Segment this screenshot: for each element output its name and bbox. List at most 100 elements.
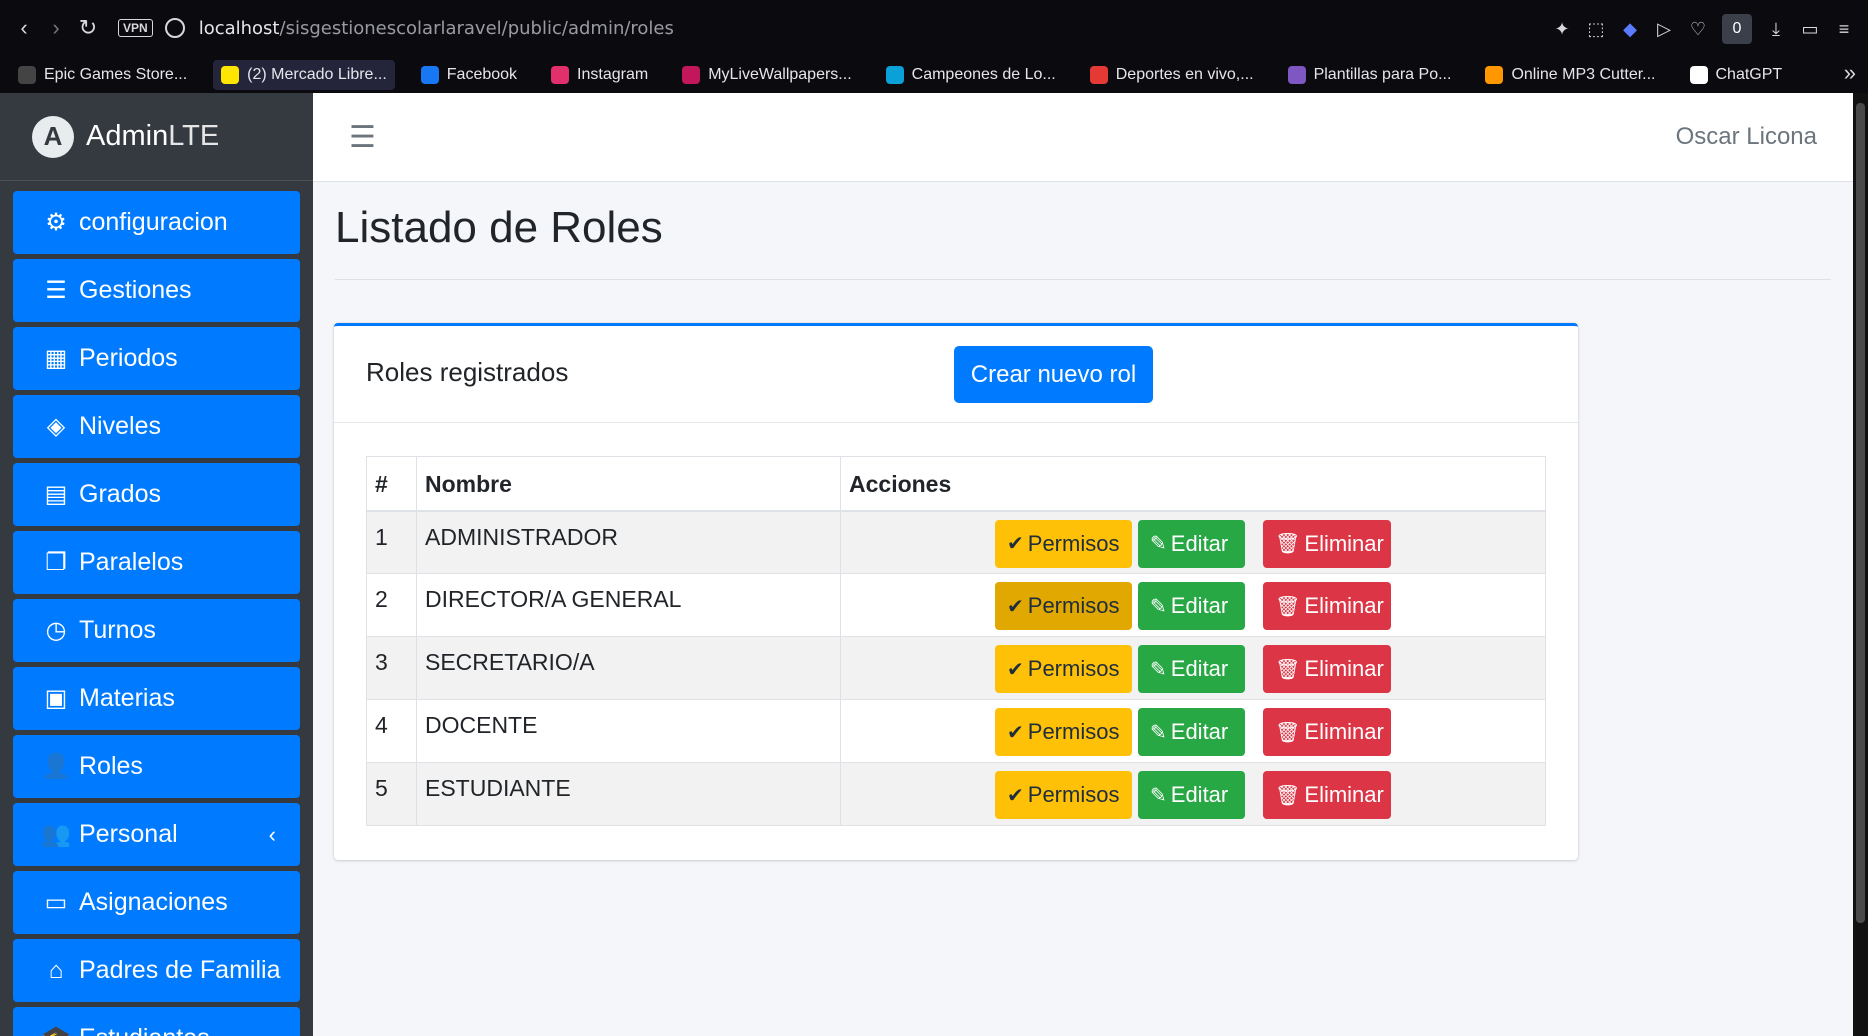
vpn-badge[interactable]: VPN (118, 19, 153, 37)
permissions-button[interactable]: ✔ Permisos (995, 708, 1132, 756)
shield-icon[interactable]: ◆ (1620, 19, 1640, 39)
sidebar-item-label: Periodos (79, 344, 178, 372)
sidebar-item-periodos[interactable]: ▦ Periodos (13, 327, 300, 390)
delete-button-label: Eliminar (1304, 656, 1384, 681)
edit-button[interactable]: ✎ Editar (1138, 771, 1245, 819)
sidebar-item-materias[interactable]: ▣ Materias (13, 667, 300, 730)
scroll-thumb[interactable] (1856, 103, 1865, 923)
bookmark-favicon-icon (1287, 65, 1306, 84)
brand-link[interactable]: A AdminLTE (0, 93, 313, 181)
edit-button[interactable]: ✎ Editar (1138, 708, 1245, 756)
reload-icon[interactable]: ↻ (72, 12, 104, 44)
edit-button[interactable]: ✎ Editar (1138, 582, 1245, 630)
permissions-button[interactable]: ✔ Permisos (995, 582, 1132, 630)
bookmark-item[interactable]: MyLiveWallpapers... (674, 60, 859, 90)
action-buttons: ✔ Permisos ✎ Editar 🗑 Eliminar (849, 645, 1537, 693)
header-number: # (366, 456, 417, 512)
edit-button[interactable]: ✎ Editar (1138, 645, 1245, 693)
row-actions: ✔ Permisos ✎ Editar 🗑 Eliminar (840, 636, 1546, 700)
bookmark-item[interactable]: Facebook (413, 60, 525, 90)
sidebar-item-paralelos[interactable]: ❐ Paralelos (13, 531, 300, 594)
chevron-left-icon[interactable]: ‹ (269, 822, 276, 848)
sidebar-item-padres-de-familia[interactable]: ⌂ Padres de Familia (13, 939, 300, 1002)
sidebar-item-configuracion[interactable]: ⚙ configuracion (13, 191, 300, 254)
delete-button-label: Eliminar (1304, 782, 1384, 807)
user-name[interactable]: Oscar Licona (1676, 123, 1817, 151)
sidebar-item-personal[interactable]: 👥 Personal ‹ (13, 803, 300, 866)
play-icon[interactable]: ▷ (1654, 19, 1674, 39)
hamburger-icon[interactable]: ☰ (349, 120, 376, 155)
sidebar-item-label: Paralelos (79, 548, 184, 576)
sidebar-item-grados[interactable]: ▤ Grados (13, 463, 300, 526)
permissions-button-label: Permisos (1027, 656, 1120, 681)
check-icon: ✔ (1007, 595, 1024, 618)
bookmark-item[interactable]: ChatGPT (1682, 60, 1791, 90)
sidebar-item-icon: ▭ (44, 889, 68, 916)
extension-badge[interactable]: 0 (1722, 14, 1752, 44)
row-number: 4 (366, 699, 417, 763)
delete-button[interactable]: 🗑 Eliminar (1263, 519, 1391, 568)
download-icon[interactable]: ⤓ (1766, 19, 1786, 39)
sidebar-item-gestiones[interactable]: ☰ Gestiones (13, 259, 300, 322)
edit-button[interactable]: ✎ Editar (1138, 519, 1245, 568)
delete-button[interactable]: 🗑 Eliminar (1263, 771, 1391, 819)
bookmark-favicon-icon (885, 65, 904, 84)
create-role-button[interactable]: Crear nuevo rol (954, 346, 1153, 403)
back-icon[interactable]: ‹ (8, 12, 40, 44)
bookmark-item[interactable]: Campeones de Lo... (878, 60, 1064, 90)
sidebar-item-asignaciones[interactable]: ▭ Asignaciones (13, 871, 300, 934)
pencil-icon: ✎ (1150, 533, 1167, 555)
bookmark-item[interactable]: Online MP3 Cutter... (1477, 60, 1663, 90)
header-actions: Acciones (840, 456, 1546, 512)
permissions-button-label: Permisos (1027, 782, 1120, 807)
permissions-button[interactable]: ✔ Permisos (995, 771, 1132, 819)
bookmark-item[interactable]: (2) Mercado Libre... (213, 59, 395, 90)
bookmark-label: Instagram (577, 65, 649, 83)
screenshot-icon[interactable]: ⬚ (1586, 19, 1606, 39)
roles-table: # Nombre Acciones 1 ADMINISTRADOR ✔ Permiso… (366, 456, 1546, 826)
delete-button[interactable]: 🗑 Eliminar (1263, 708, 1391, 756)
url-bar[interactable]: localhost/sisgestionescolarlaravel/publi… (199, 18, 674, 39)
sidebar-item-roles[interactable]: 👤 Roles (13, 735, 300, 798)
battery-icon[interactable]: ▭ (1800, 19, 1820, 39)
site-info-icon[interactable] (164, 18, 185, 38)
menu-icon[interactable]: ≡ (1834, 19, 1854, 39)
permissions-button[interactable]: ✔ Permisos (995, 519, 1132, 568)
action-buttons: ✔ Permisos ✎ Editar 🗑 Eliminar (849, 519, 1537, 568)
bookmark-favicon-icon (420, 65, 439, 84)
permissions-button[interactable]: ✔ Permisos (995, 645, 1132, 693)
bookmark-favicon-icon (221, 65, 240, 84)
top-navbar: ☰ Oscar Licona (313, 93, 1853, 182)
check-icon: ✔ (1007, 784, 1024, 807)
bookmark-favicon-icon (1485, 65, 1504, 84)
more-bookmarks-icon[interactable]: » (1844, 60, 1856, 86)
permissions-button-label: Permisos (1027, 593, 1120, 618)
forward-icon[interactable]: › (40, 12, 72, 44)
sidebar-item-icon: ▦ (44, 345, 68, 372)
delete-button[interactable]: 🗑 Eliminar (1263, 582, 1391, 630)
bookmark-item[interactable]: Plantillas para Po... (1280, 60, 1460, 90)
sidebar-item-turnos[interactable]: ◷ Turnos (13, 599, 300, 662)
bookmark-item[interactable]: Epic Games Store... (10, 60, 195, 90)
bookmark-item[interactable]: Instagram (543, 60, 656, 90)
pencil-icon: ✎ (1150, 721, 1167, 744)
delete-button[interactable]: 🗑 Eliminar (1263, 645, 1391, 693)
table-header-row: # Nombre Acciones (366, 456, 1546, 512)
action-buttons: ✔ Permisos ✎ Editar 🗑 Eliminar (849, 771, 1537, 819)
page-scrollbar[interactable] (1853, 93, 1868, 1036)
sidebar-item-icon: ☰ (45, 277, 67, 304)
url-host: localhost (198, 17, 280, 39)
role-name: DIRECTOR/A GENERAL (416, 573, 841, 637)
heart-icon[interactable]: ♡ (1688, 19, 1708, 39)
pin-icon[interactable]: ✦ (1552, 19, 1572, 39)
sidebar-item-icon: ◈ (46, 413, 66, 440)
sidebar-item-label: Personal (79, 820, 178, 848)
bookmark-favicon-icon (1689, 65, 1708, 84)
trash-icon: 🗑 (1275, 658, 1301, 681)
address-row: ‹ › ↻ VPN localhost/sisgestionescolarlar… (0, 0, 1868, 56)
sidebar-item-label: Turnos (79, 616, 156, 644)
edit-button-label: Editar (1170, 656, 1229, 681)
bookmark-item[interactable]: Deportes en vivo,... (1082, 60, 1262, 90)
sidebar-item-estudiantes[interactable]: 🎓 Estudiantes (13, 1007, 300, 1036)
sidebar-item-niveles[interactable]: ◈ Niveles (13, 395, 300, 458)
